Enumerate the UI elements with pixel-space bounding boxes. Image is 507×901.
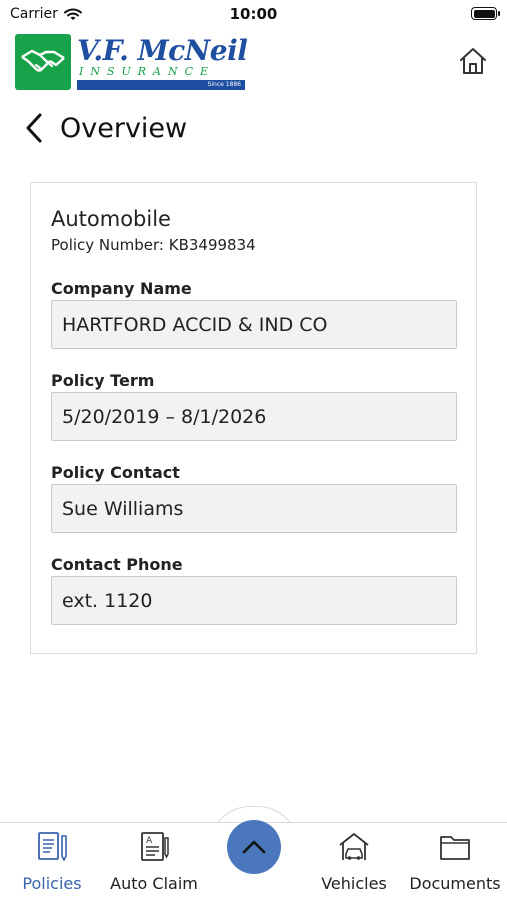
chevron-left-icon — [26, 113, 42, 143]
tab-policies[interactable]: Policies — [20, 829, 84, 895]
auto-claim-icon: A — [137, 829, 171, 865]
logo-since: Since 1886 — [77, 80, 245, 90]
policy-number: Policy Number: KB3499834 — [51, 236, 256, 254]
policy-card: Automobile Policy Number: KB3499834 Comp… — [30, 182, 477, 654]
company-logo: V.F. McNeil INSURANCE Since 1886 — [11, 30, 253, 94]
policy-contact-field: Sue Williams — [51, 484, 457, 533]
policy-contact-value: Sue Williams — [62, 497, 184, 520]
policy-term-label: Policy Term — [51, 371, 155, 390]
nav-header: Overview — [24, 108, 187, 148]
svg-text:A: A — [146, 836, 153, 846]
tab-policies-label: Policies — [22, 874, 82, 893]
policies-icon — [35, 829, 69, 865]
logo-name: V.F. McNeil — [77, 34, 248, 67]
scroll-up-button[interactable] — [227, 820, 281, 874]
policy-term-field: 5/20/2019 – 8/1/2026 — [51, 392, 457, 441]
company-name-value: HARTFORD ACCID & IND CO — [62, 313, 328, 336]
tab-auto-claim[interactable]: A Auto Claim — [108, 829, 200, 895]
tab-documents[interactable]: Documents — [408, 829, 502, 895]
tab-auto-claim-label: Auto Claim — [110, 874, 198, 893]
contact-phone-field[interactable]: ext. 1120 — [51, 576, 457, 625]
home-icon — [460, 48, 486, 74]
handshake-icon — [15, 34, 71, 90]
company-name-field: HARTFORD ACCID & IND CO — [51, 300, 457, 349]
vehicles-icon — [337, 829, 371, 865]
logo-tagline: INSURANCE — [79, 65, 216, 78]
tab-vehicles[interactable]: Vehicles — [318, 829, 390, 895]
contact-phone-value: ext. 1120 — [62, 589, 153, 612]
page-title: Overview — [60, 112, 188, 144]
contact-phone-label: Contact Phone — [51, 555, 183, 574]
logo-wordmark: V.F. McNeil INSURANCE Since 1886 — [77, 32, 249, 92]
company-name-label: Company Name — [51, 279, 192, 298]
tab-documents-label: Documents — [409, 874, 501, 893]
back-button[interactable] — [24, 111, 46, 145]
tab-vehicles-label: Vehicles — [321, 874, 387, 893]
policy-term-value: 5/20/2019 – 8/1/2026 — [62, 405, 267, 428]
policy-contact-label: Policy Contact — [51, 463, 180, 482]
status-bar: Carrier 10:00 — [0, 0, 507, 28]
chevron-up-icon — [242, 840, 266, 854]
policy-type: Automobile — [51, 207, 171, 231]
home-button[interactable] — [457, 45, 489, 77]
battery-icon — [471, 7, 500, 20]
clock: 10:00 — [229, 5, 278, 23]
documents-icon — [438, 829, 472, 865]
